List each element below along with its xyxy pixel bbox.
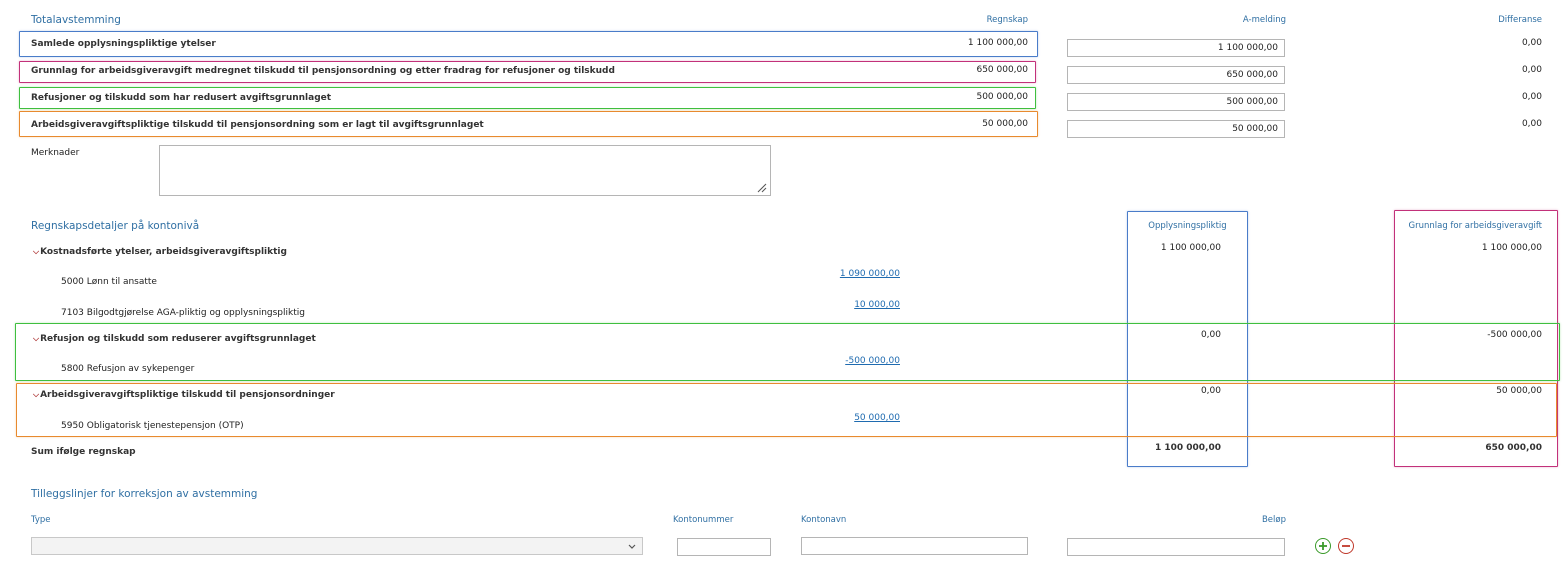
section-title-tilleggslinjer: Tilleggslinjer for korreksjon av avstemm…	[31, 488, 258, 500]
account-label: 5950 Obligatorisk tjenestepensjon (OTP)	[61, 421, 244, 431]
account-label: 7103 Bilgodtgjørelse AGA-pliktig og oppl…	[61, 308, 305, 318]
belop-input[interactable]	[1067, 538, 1285, 556]
account-label: 5000 Lønn til ansatte	[61, 277, 157, 287]
group-opplysningspliktig-value: 0,00	[1200, 386, 1221, 396]
a-melding-input[interactable]	[1067, 120, 1285, 138]
group-header-pensjon[interactable]: ⌵Arbeidsgiveravgiftspliktige tilskudd ti…	[33, 390, 335, 400]
account-label: 5800 Refusjon av sykepenger	[61, 364, 195, 374]
section-title-regnskapsdetaljer: Regnskapsdetaljer på kontonivå	[31, 220, 200, 232]
col-header-kontonummer: Kontonummer	[673, 515, 734, 525]
summary-row-label: Samlede opplysningspliktige ytelser	[31, 39, 216, 49]
remove-row-button[interactable]	[1338, 538, 1354, 554]
chevron-down-icon[interactable]: ⌵	[33, 247, 39, 257]
add-row-button[interactable]	[1315, 538, 1331, 554]
col-header-a-melding: A-melding	[1242, 15, 1286, 25]
summary-row-label: Arbeidsgiveravgiftspliktige tilskudd til…	[31, 120, 484, 130]
col-header-kontonavn: Kontonavn	[801, 515, 847, 525]
a-melding-input[interactable]	[1067, 39, 1285, 57]
group-grunnlag-value: 1 100 000,00	[1481, 243, 1542, 253]
sum-grunnlag-value: 650 000,00	[1485, 443, 1542, 453]
a-melding-input[interactable]	[1067, 66, 1285, 84]
type-select[interactable]	[31, 537, 643, 555]
summary-row-regnskap: 650 000,00	[976, 65, 1028, 75]
chevron-down-icon	[628, 544, 636, 549]
section-title-totalavstemming: Totalavstemming	[31, 14, 121, 26]
a-melding-input[interactable]	[1067, 93, 1285, 111]
account-amount-link[interactable]: 1 090 000,00	[760, 269, 900, 279]
plus-circle-icon	[1319, 542, 1327, 550]
minus-circle-icon	[1342, 545, 1350, 547]
account-amount-link[interactable]: 50 000,00	[760, 413, 900, 423]
chevron-down-icon[interactable]: ⌵	[33, 334, 39, 344]
sum-label: Sum ifølge regnskap	[31, 447, 136, 457]
highlight-box-green	[15, 323, 1560, 381]
account-amount-link[interactable]: 10 000,00	[760, 300, 900, 310]
chevron-down-icon[interactable]: ⌵	[33, 390, 39, 400]
summary-row-differanse: 0,00	[1521, 65, 1542, 75]
col-header-differanse: Differanse	[1498, 15, 1542, 25]
summary-row-regnskap: 1 100 000,00	[967, 38, 1028, 48]
group-grunnlag-value: -500 000,00	[1487, 330, 1542, 340]
group-label: Refusjon og tilskudd som reduserer avgif…	[40, 334, 316, 344]
sum-opplysningspliktig-value: 1 100 000,00	[1154, 443, 1221, 453]
summary-row-label: Refusjoner og tilskudd som har redusert …	[31, 93, 332, 103]
summary-row-regnskap: 500 000,00	[976, 92, 1028, 102]
group-header-refusjon[interactable]: ⌵Refusjon og tilskudd som reduserer avgi…	[33, 334, 316, 344]
resize-handle-icon[interactable]	[756, 182, 767, 193]
summary-row-regnskap: 50 000,00	[982, 119, 1028, 129]
kontonummer-input[interactable]	[677, 538, 771, 556]
summary-row-label: Grunnlag for arbeidsgiveravgift medregne…	[31, 66, 615, 76]
col-header-regnskap: Regnskap	[986, 15, 1028, 25]
merknader-label: Merknader	[31, 148, 80, 158]
summary-row-differanse: 0,00	[1521, 119, 1542, 129]
group-grunnlag-value: 50 000,00	[1496, 386, 1542, 396]
col-header-grunnlag: Grunnlag for arbeidsgiveravgift	[1408, 221, 1543, 231]
merknader-textarea[interactable]	[159, 145, 771, 196]
col-header-type: Type	[31, 515, 51, 525]
group-label: Kostnadsførte ytelser, arbeidsgiveravgif…	[40, 247, 287, 257]
kontonavn-input[interactable]	[801, 537, 1028, 555]
col-header-opplysningspliktig: Opplysningspliktig	[1148, 221, 1227, 231]
summary-row-differanse: 0,00	[1521, 92, 1542, 102]
col-header-belop: Beløp	[1261, 515, 1286, 525]
group-header-kostnadsforte[interactable]: ⌵Kostnadsførte ytelser, arbeidsgiveravgi…	[33, 247, 287, 257]
group-label: Arbeidsgiveravgiftspliktige tilskudd til…	[40, 390, 335, 400]
summary-row-differanse: 0,00	[1521, 38, 1542, 48]
group-opplysningspliktig-value: 1 100 000,00	[1160, 243, 1221, 253]
group-opplysningspliktig-value: 0,00	[1200, 330, 1221, 340]
account-amount-link[interactable]: -500 000,00	[760, 356, 900, 366]
